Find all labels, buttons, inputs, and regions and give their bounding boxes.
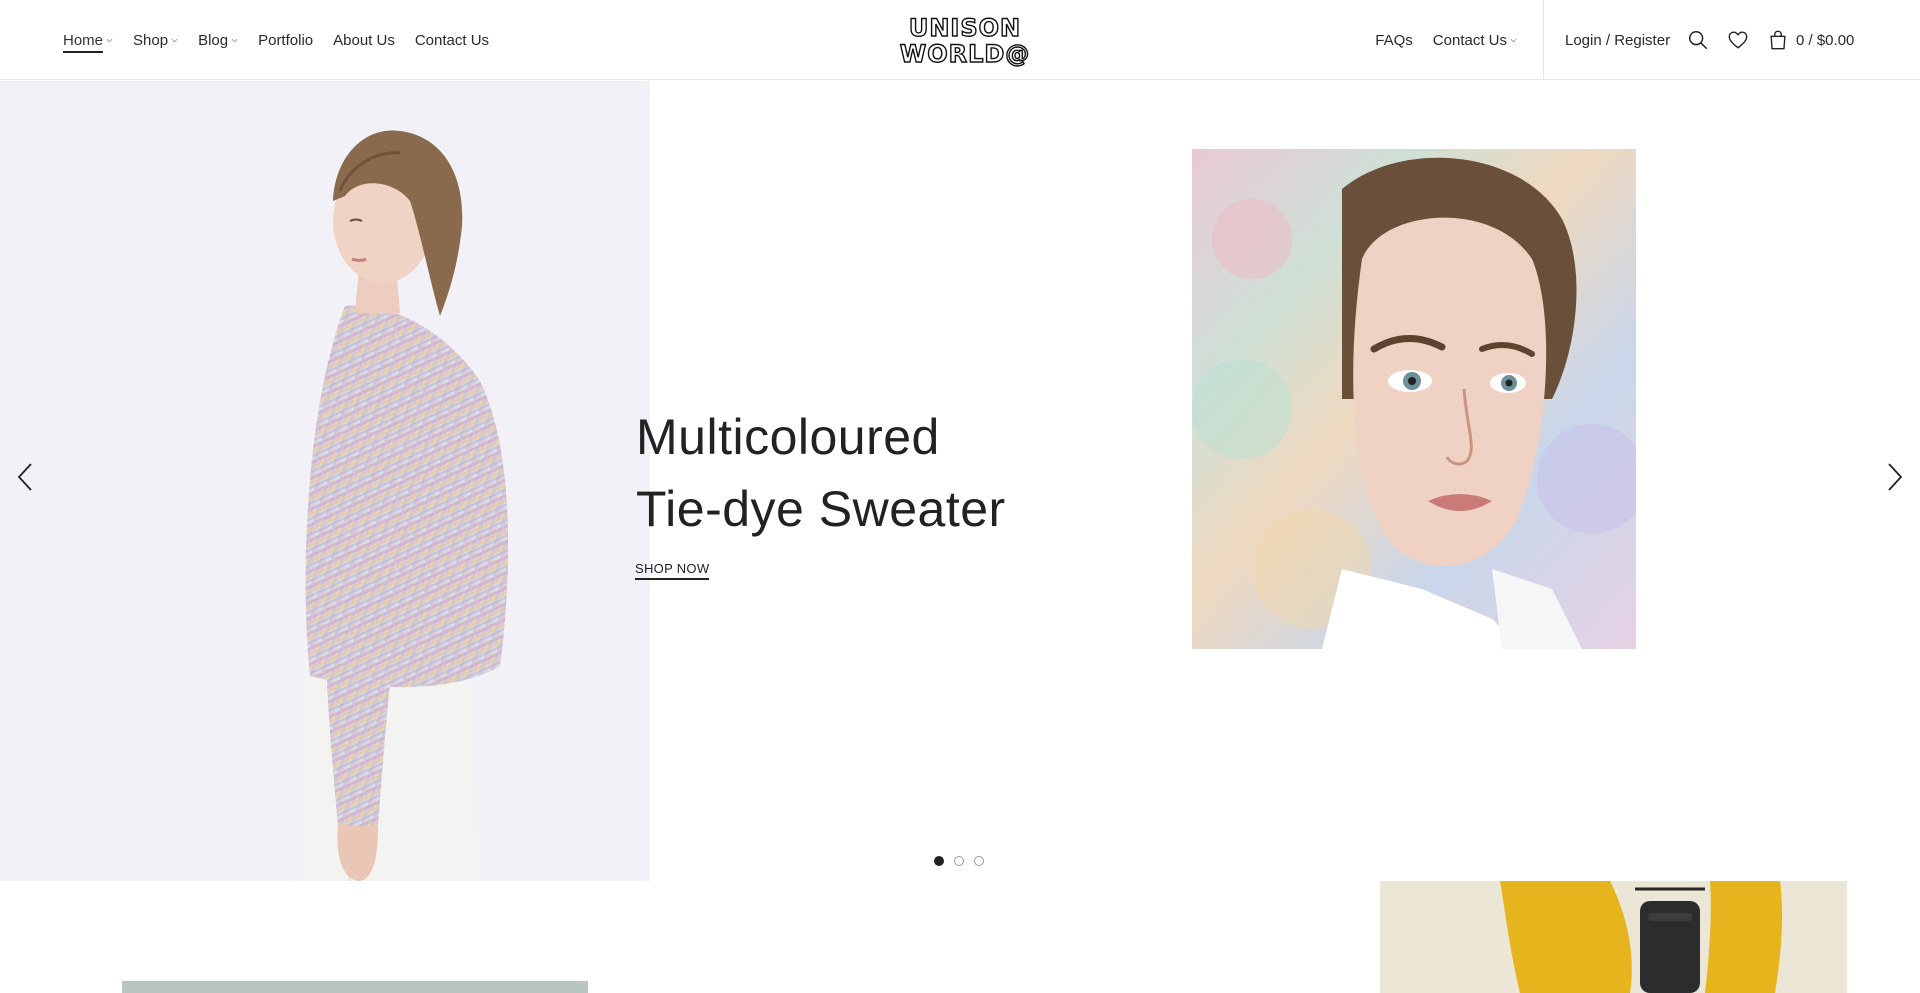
shop-now-button[interactable]: SHOP NOW [635,561,710,580]
main-nav: Home Shop Blog Portfolio About Us Contac… [63,0,489,80]
chevron-down-icon [1510,37,1517,44]
model-sweater-image [300,130,509,881]
nav-contact-us-right[interactable]: Contact Us [1433,32,1517,49]
nav-portfolio-label: Portfolio [258,31,314,49]
header-divider [1543,0,1544,80]
nav-blog[interactable]: Blog [198,32,238,49]
nav-shop[interactable]: Shop [133,32,178,49]
nav-contact-us-label: Contact Us [414,31,490,49]
nav-portfolio[interactable]: Portfolio [258,32,313,49]
site-header: Home Shop Blog Portfolio About Us Contac… [0,0,1920,80]
logo-line-2: WORLD@ [899,40,1031,68]
hero-title-line-2: Tie-dye Sweater [636,481,1006,537]
chevron-down-icon [106,37,113,44]
site-logo[interactable]: UNISON WORLD@ [899,12,1030,70]
logo-line-1: UNISON [908,14,1022,42]
chevron-down-icon [231,37,238,44]
nav-about-us[interactable]: About Us [333,32,395,49]
secondary-nav: FAQs Contact Us [1375,0,1517,80]
heart-icon[interactable] [1726,28,1750,52]
nav-home-label: Home [63,31,104,53]
chevron-right-icon[interactable] [1879,457,1911,497]
promo-bag-image[interactable] [1380,881,1847,993]
slider-dot-2[interactable] [954,856,964,866]
login-register-label: Login / Register [1565,31,1671,49]
slider-dot-3[interactable] [974,856,984,866]
hero-title: Multicoloured Tie-dye Sweater [636,401,1006,545]
nav-home[interactable]: Home [63,31,113,53]
nav-blog-label: Blog [198,31,229,49]
nav-faqs[interactable]: FAQs [1375,32,1413,49]
nav-contact-us[interactable]: Contact Us [415,32,489,49]
login-register-link[interactable]: Login / Register [1565,0,1670,80]
chevron-left-icon[interactable] [9,457,41,497]
hero-title-line-1: Multicoloured [636,409,940,465]
nav-contact-us-right-label: Contact Us [1432,31,1507,49]
cart-total[interactable]: 0 / $0.00 [1796,0,1854,80]
slider-dot-1[interactable] [934,856,944,866]
slider-pagination [934,856,984,866]
cart-total-value: 0 / $0.00 [1796,31,1855,49]
chevron-down-icon [171,37,178,44]
shopping-bag-icon[interactable] [1766,28,1790,52]
nav-shop-label: Shop [133,31,169,49]
hero-slider: Multicoloured Tie-dye Sweater SHOP NOW [0,81,1920,881]
search-icon[interactable] [1686,28,1710,52]
promo-left-image[interactable] [122,981,588,993]
nav-faqs-label: FAQs [1375,31,1413,49]
model-portrait-image [1192,149,1636,649]
nav-about-us-label: About Us [333,31,395,49]
